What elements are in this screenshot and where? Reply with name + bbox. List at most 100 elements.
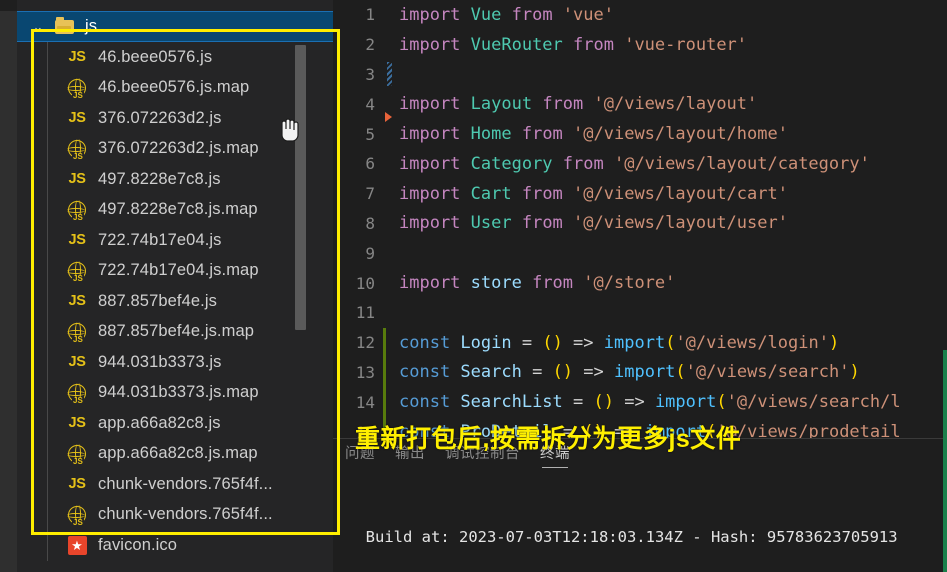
code-token: import	[399, 4, 471, 25]
code-token: store	[470, 273, 522, 294]
indent-guide	[47, 164, 48, 195]
code-token: Login	[460, 332, 512, 353]
code-token: (	[665, 332, 676, 353]
code-editor[interactable]: 1 import Vue from 'vue' 2 import VueRouter …	[333, 0, 947, 438]
code-token: 'vue-router'	[624, 34, 748, 55]
code-line[interactable]: 7 import Cart from '@/views/layout/cart'	[333, 179, 947, 209]
code-token: from	[501, 4, 563, 25]
code-token: SearchList	[460, 392, 563, 413]
code-token: import	[399, 34, 471, 55]
code-line[interactable]: 11	[333, 298, 947, 328]
code-token: '@/views/login'	[675, 332, 829, 353]
code-text: import VueRouter from 'vue-router'	[399, 35, 747, 55]
js-file-icon: JS	[68, 171, 86, 188]
code-token: Cart	[470, 183, 512, 204]
terminal-output[interactable]: Build at: 2023-07-03T12:18:03.134Z - Has…	[333, 470, 947, 572]
explorer-scrollbar[interactable]	[295, 45, 306, 330]
tree-item-file[interactable]: JS 722.74b17e04.js	[17, 225, 333, 256]
ico-file-icon: ★	[62, 535, 92, 555]
code-token: import	[654, 392, 717, 413]
js-map-file-icon: JS	[62, 443, 92, 466]
code-token: '@/views/layout/home'	[573, 124, 788, 145]
code-token: '@/store'	[583, 273, 676, 294]
tree-item-file[interactable]: JS app.a66a82c8.js	[17, 408, 333, 439]
breakpoint-marker-icon[interactable]	[385, 112, 392, 123]
line-number: 7	[365, 184, 375, 204]
code-token: import	[603, 332, 666, 353]
tree-item-file[interactable]: JS 944.031b3373.js	[17, 347, 333, 378]
tree-item-label: app.a66a82c8.js.map	[98, 444, 258, 463]
code-lines-container: 1 import Vue from 'vue' 2 import VueRouter …	[333, 0, 947, 438]
code-token: '@/views/layout/category'	[613, 153, 870, 174]
code-text: const Search = () => import('@/views/sea…	[399, 362, 860, 382]
folder-icon: JS	[49, 16, 79, 34]
mouse-pointer-cursor	[281, 118, 299, 142]
code-token: from	[562, 34, 625, 55]
annotation-caption: 重新打包后,按需拆分为更多js文件	[355, 425, 742, 453]
code-token: '@/views/search'	[685, 362, 850, 383]
code-token: User	[470, 213, 512, 234]
indent-guide	[47, 133, 48, 164]
code-text: const Login = () => import('@/views/logi…	[399, 333, 839, 353]
code-token: ()	[542, 332, 563, 353]
tree-item-file[interactable]: JS app.a66a82c8.js.map	[17, 438, 333, 469]
indent-guide	[47, 286, 48, 317]
git-modified-indicator	[383, 327, 386, 358]
code-token: import	[399, 183, 471, 204]
code-token: (	[675, 362, 686, 383]
tree-item-file[interactable]: JS 944.031b3373.js.map	[17, 377, 333, 408]
indent-guide	[47, 408, 48, 439]
tree-item-file[interactable]: JS 497.8228e7c8.js.map	[17, 194, 333, 225]
code-token: from	[521, 273, 584, 294]
indent-guide	[47, 103, 48, 134]
tree-item-file[interactable]: ★ favicon.ico	[17, 530, 333, 561]
vscode-window: ⌄ JS js JS 46.beee0576.js JS 46.beee0576.js…	[0, 0, 947, 572]
code-line[interactable]: 13 const Search = () => import('@/views/s…	[333, 357, 947, 388]
tree-item-file[interactable]: JS chunk-vendors.765f4f...	[17, 469, 333, 500]
code-line[interactable]: 12 const Login = () => import('@/views/lo…	[333, 327, 947, 358]
code-line[interactable]: 3	[333, 60, 947, 90]
code-token: '@/views/layout'	[593, 94, 758, 115]
code-token: '@/views/search/l	[726, 392, 901, 413]
git-modified-indicator	[383, 357, 386, 388]
js-map-file-icon: JS	[62, 260, 92, 283]
code-token: import	[399, 213, 471, 234]
bottom-panel: 问题 输出 调试控制台 终端 Build at: 2023-07-03T12:18:0…	[333, 438, 947, 572]
code-token: '@/views/layout/user'	[573, 213, 788, 234]
tree-item-label: 887.857bef4e.js	[98, 291, 217, 310]
chevron-down-icon[interactable]: ⌄	[27, 19, 49, 35]
indent-guide	[47, 377, 48, 408]
indent-guide	[47, 347, 48, 378]
indent-guide	[47, 255, 48, 286]
code-token: )	[828, 332, 840, 353]
tree-item-file[interactable]: JS 722.74b17e04.js.map	[17, 255, 333, 286]
code-line[interactable]: 1 import Vue from 'vue'	[333, 0, 947, 30]
tree-item-label: chunk-vendors.765f4f...	[98, 505, 273, 524]
tree-item-file[interactable]: JS 497.8228e7c8.js	[17, 164, 333, 195]
tree-item-file[interactable]: JS chunk-vendors.765f4f...	[17, 499, 333, 530]
line-number: 12	[355, 333, 375, 353]
code-token: const	[399, 392, 461, 413]
tree-item-file[interactable]: JS 46.beee0576.js	[17, 42, 333, 73]
file-tree[interactable]: ⌄ JS js JS 46.beee0576.js JS 46.beee0576.js…	[17, 0, 333, 572]
code-line[interactable]: 8 import User from '@/views/layout/user'	[333, 209, 947, 239]
code-line[interactable]: 14 const SearchList = () => import('@/vie…	[333, 387, 947, 418]
indent-guide	[47, 499, 48, 530]
code-token: VueRouter	[470, 34, 563, 55]
code-line[interactable]: 10 import store from '@/store'	[333, 268, 947, 298]
tree-item-label: 376.072263d2.js.map	[98, 139, 259, 158]
tree-item-folder-js[interactable]: ⌄ JS js	[17, 11, 333, 42]
indent-guide	[47, 469, 48, 500]
tree-item-file[interactable]: JS 887.857bef4e.js	[17, 286, 333, 317]
code-token: const	[399, 332, 461, 353]
code-line[interactable]: 4 import Layout from '@/views/layout'	[333, 89, 947, 119]
code-line[interactable]: 9	[333, 238, 947, 268]
code-text: const SearchList = () => import('@/views…	[399, 392, 901, 412]
code-line[interactable]: 2 import VueRouter from 'vue-router'	[333, 30, 947, 60]
code-line[interactable]: 6 import Category from '@/views/layout/ca…	[333, 149, 947, 179]
tree-item-file[interactable]: JS 46.beee0576.js.map	[17, 72, 333, 103]
code-token: '@/views/layout/cart'	[573, 183, 788, 204]
code-token: 'vue'	[562, 4, 614, 25]
tree-item-file[interactable]: JS 887.857bef4e.js.map	[17, 316, 333, 347]
code-line[interactable]: 5 import Home from '@/views/layout/home'	[333, 112, 947, 149]
